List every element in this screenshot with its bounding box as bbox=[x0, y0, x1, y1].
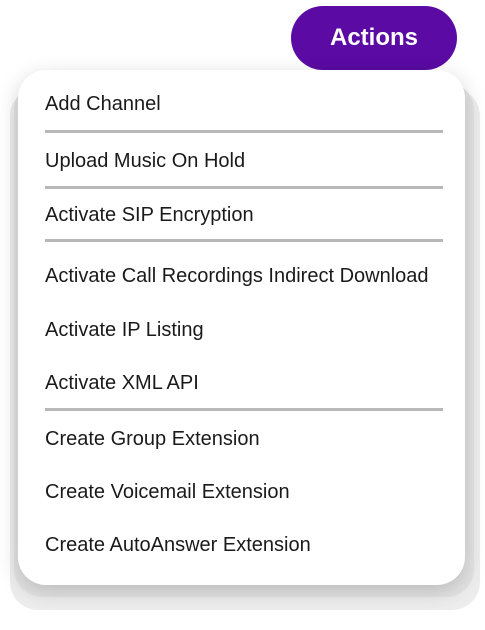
menu-item-create-voicemail-extension[interactable]: Create Voicemail Extension bbox=[45, 481, 290, 504]
actions-button[interactable]: Actions bbox=[291, 6, 457, 70]
menu-item-activate-ip-listing[interactable]: Activate IP Listing bbox=[45, 319, 204, 342]
menu-item-activate-xml-api[interactable]: Activate XML API bbox=[45, 372, 199, 395]
menu-divider bbox=[45, 239, 443, 242]
actions-button-label: Actions bbox=[329, 24, 418, 51]
menu-item-upload-music-on-hold[interactable]: Upload Music On Hold bbox=[45, 150, 245, 173]
menu-item-create-group-extension[interactable]: Create Group Extension bbox=[45, 428, 260, 451]
menu-item-activate-call-recordings[interactable]: Activate Call Recordings Indirect Downlo… bbox=[45, 265, 429, 288]
menu-item-activate-sip-encryption[interactable]: Activate SIP Encryption bbox=[45, 204, 254, 227]
menu-item-add-channel[interactable]: Add Channel bbox=[45, 93, 161, 116]
menu-divider bbox=[45, 186, 443, 189]
actions-menu: Add Channel Upload Music On Hold Activat… bbox=[18, 70, 465, 585]
menu-divider bbox=[45, 130, 443, 133]
menu-divider bbox=[45, 408, 443, 411]
menu-item-create-autoanswer-extension[interactable]: Create AutoAnswer Extension bbox=[45, 534, 311, 557]
